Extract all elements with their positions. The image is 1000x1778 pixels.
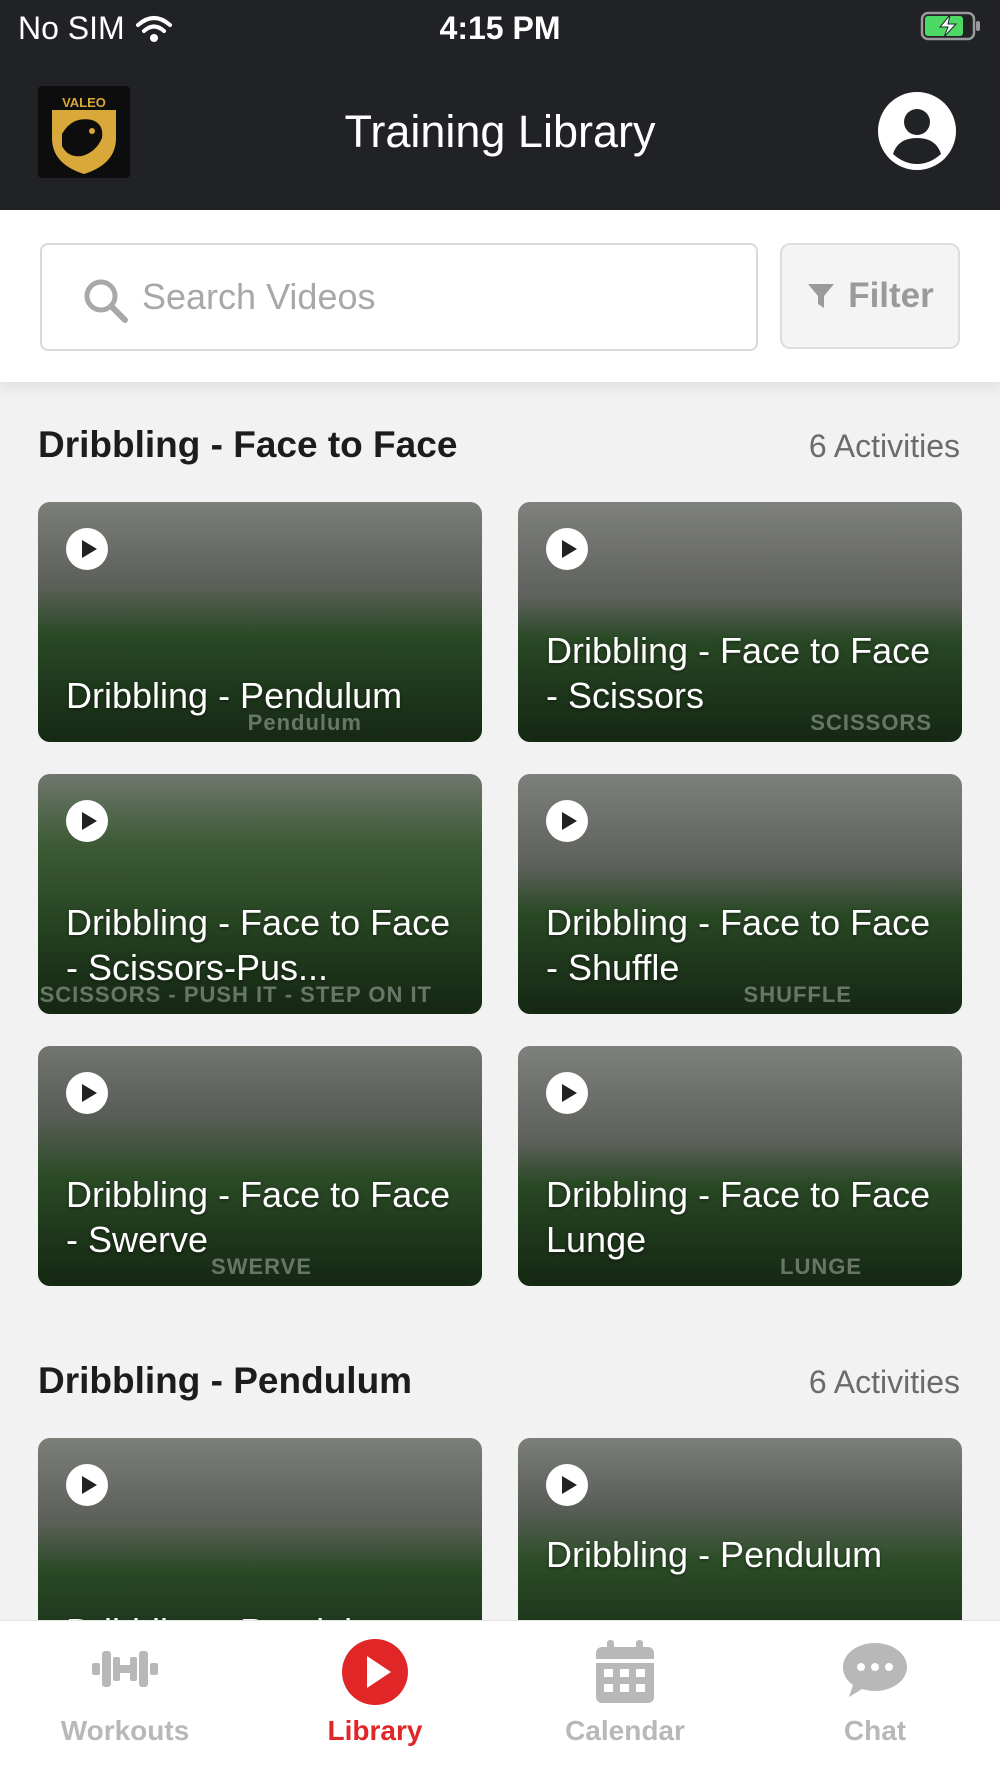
video-title: Dribbling - Face to Face Lunge <box>546 1174 931 1260</box>
page-title: Training Library <box>344 106 656 157</box>
tab-label: Calendar <box>565 1715 685 1746</box>
dumbbell-icon <box>92 1651 158 1687</box>
chat-bubble-icon <box>843 1643 907 1697</box>
search-bar-area: Filter <box>0 210 1000 382</box>
video-card[interactable]: SCISSORS Dribbling - Face to Face - Scis… <box>518 502 962 742</box>
video-title: Dribbling - Face to Face - Scissors-Pus.… <box>66 902 451 988</box>
play-icon <box>66 1072 108 1114</box>
search-icon <box>84 279 128 323</box>
user-avatar-icon <box>878 92 956 170</box>
tab-library[interactable]: Library <box>250 1621 500 1778</box>
play-icon <box>546 1464 588 1506</box>
section-title: Dribbling - Face to Face <box>38 424 458 465</box>
tab-label: Library <box>327 1715 423 1746</box>
bottom-tab-bar: Workouts Library Calendar Chat <box>0 1620 1000 1778</box>
tab-chat[interactable]: Chat <box>750 1621 1000 1778</box>
video-card[interactable]: SHUFFLE Dribbling - Face to Face - Shuff… <box>518 774 962 1014</box>
filter-funnel-icon <box>808 284 835 308</box>
video-card[interactable]: Pendulum Dribbling - Pendulum <box>38 502 482 742</box>
play-icon <box>66 800 108 842</box>
battery-charging-icon <box>920 11 980 41</box>
video-title: Dribbling - Face to Face - Swerve <box>66 1174 451 1260</box>
video-card[interactable]: SWERVE Dribbling - Face to Face - Swerve <box>38 1046 482 1286</box>
video-card[interactable]: LUNGE Dribbling - Face to Face Lunge <box>518 1046 962 1286</box>
tab-label: Workouts <box>60 1715 190 1746</box>
calendar-icon <box>596 1640 654 1703</box>
profile-button[interactable] <box>878 92 956 170</box>
video-title: Dribbling - Face to Face - Shuffle <box>546 902 931 988</box>
filter-button[interactable]: Filter <box>780 243 960 349</box>
play-icon <box>546 528 588 570</box>
tab-workouts[interactable]: Workouts <box>0 1621 250 1778</box>
video-title: Dribbling - Pendulum <box>66 675 403 716</box>
video-title: Dribbling - Face to Face - Scissors <box>546 630 931 716</box>
status-right <box>920 10 982 47</box>
section-activity-count: 6 Activities <box>808 1364 960 1400</box>
video-title: Dribbling - Pendulum <box>546 1534 883 1575</box>
play-icon <box>66 528 108 570</box>
status-time: 4:15 PM <box>439 10 561 46</box>
section-title: Dribbling - Pendulum <box>38 1360 413 1401</box>
search-input[interactable] <box>142 245 732 349</box>
app-header: VALEO Training Library <box>0 56 1000 210</box>
play-icon <box>66 1464 108 1506</box>
tab-label: Chat <box>843 1715 907 1746</box>
play-icon <box>546 1072 588 1114</box>
status-bar: No SIM 4:15 PM <box>0 0 1000 56</box>
play-icon <box>546 800 588 842</box>
play-circle-icon <box>342 1639 408 1705</box>
filter-label: Filter <box>848 276 934 315</box>
video-card[interactable]: SCISSORS - PUSH IT - STEP ON IT Dribblin… <box>38 774 482 1014</box>
section-activity-count: 6 Activities <box>808 428 960 464</box>
search-field[interactable] <box>40 243 758 351</box>
tab-calendar[interactable]: Calendar <box>500 1621 750 1778</box>
